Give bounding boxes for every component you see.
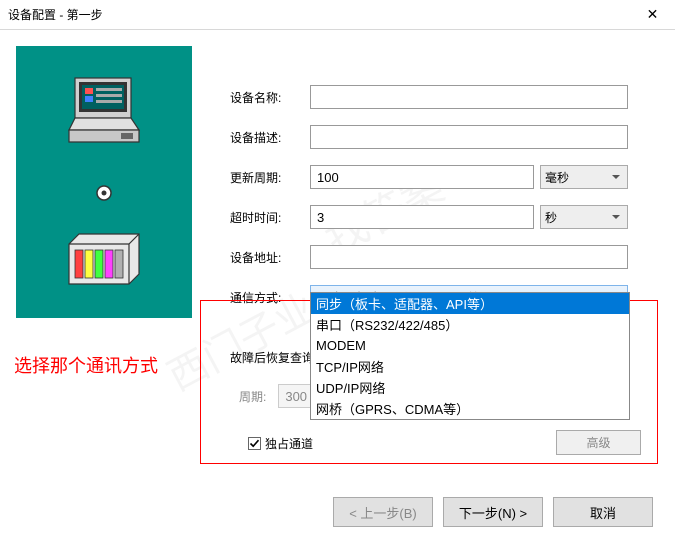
update-cycle-label: 更新周期: bbox=[230, 169, 310, 186]
timeout-label: 超时时间: bbox=[230, 209, 310, 226]
device-name-label: 设备名称: bbox=[230, 89, 310, 106]
illustration-panel bbox=[16, 46, 192, 318]
title-bar: 设备配置 - 第一步 ✕ bbox=[0, 0, 675, 30]
connector-icon bbox=[94, 183, 114, 203]
window-title: 设备配置 - 第一步 bbox=[8, 6, 630, 23]
comm-mode-option[interactable]: MODEM bbox=[311, 335, 629, 356]
footer-buttons: < 上一步(B) 下一步(N) > 取消 bbox=[0, 497, 675, 527]
comm-mode-label: 通信方式: bbox=[230, 289, 310, 306]
next-button[interactable]: 下一步(N) > bbox=[443, 497, 543, 527]
update-cycle-input[interactable] bbox=[310, 165, 534, 189]
device-desc-input[interactable] bbox=[310, 125, 628, 149]
exclusive-channel-label: 独占通道 bbox=[265, 435, 313, 452]
computer-icon bbox=[61, 70, 147, 156]
close-button[interactable]: ✕ bbox=[630, 0, 675, 30]
comm-mode-option[interactable]: 网桥（GPRS、CDMA等） bbox=[311, 398, 629, 419]
comm-mode-option[interactable]: 串口（RS232/422/485） bbox=[311, 314, 629, 335]
device-addr-label: 设备地址: bbox=[230, 249, 310, 266]
comm-mode-option[interactable]: UDP/IP网络 bbox=[311, 377, 629, 398]
update-cycle-unit-select[interactable]: 毫秒 bbox=[540, 165, 628, 189]
annotation-text: 选择那个通讯方式 bbox=[14, 352, 158, 378]
comm-mode-option[interactable]: 同步（板卡、适配器、API等） bbox=[311, 293, 629, 314]
fault-recover-label: 故障后恢复查询 bbox=[230, 349, 314, 366]
device-addr-input[interactable] bbox=[310, 245, 628, 269]
back-button: < 上一步(B) bbox=[333, 497, 433, 527]
cycle-label: 周期: bbox=[239, 388, 266, 405]
device-name-input[interactable] bbox=[310, 85, 628, 109]
exclusive-channel-checkbox[interactable] bbox=[248, 437, 261, 450]
timeout-input[interactable] bbox=[310, 205, 534, 229]
timeout-unit-select[interactable]: 秒 bbox=[540, 205, 628, 229]
content-area: 找答案 西门子业 选择 bbox=[0, 30, 675, 66]
advanced-button[interactable]: 高级 bbox=[556, 430, 641, 455]
form-area: 设备名称: 设备描述: 更新周期: 毫秒 超时时间: 秒 设备地址: 通信方式:… bbox=[230, 84, 654, 324]
comm-mode-options-list: 同步（板卡、适配器、API等） 串口（RS232/422/485） MODEM … bbox=[310, 292, 630, 420]
comm-mode-option[interactable]: TCP/IP网络 bbox=[311, 356, 629, 377]
device-desc-label: 设备描述: bbox=[230, 129, 310, 146]
cancel-button[interactable]: 取消 bbox=[553, 497, 653, 527]
device-icon bbox=[61, 230, 147, 294]
